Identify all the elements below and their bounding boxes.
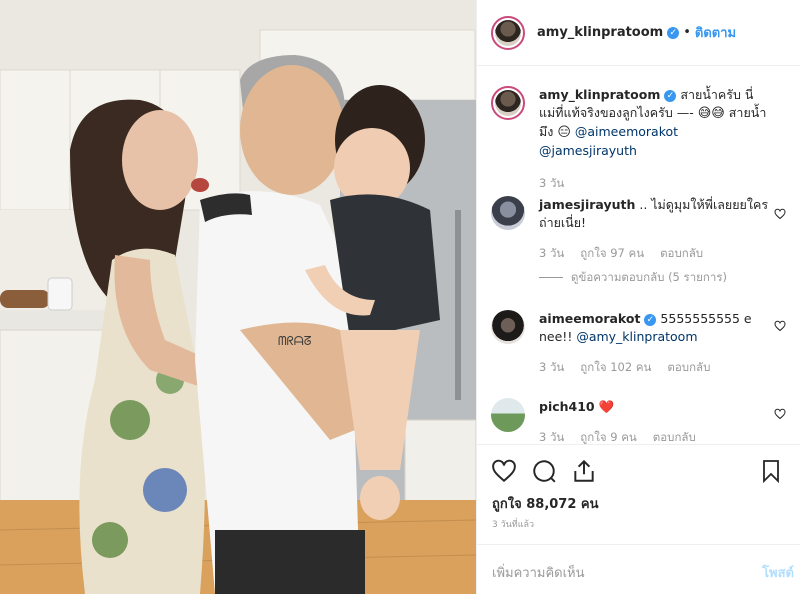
view-replies-button[interactable]: ดูข้อความตอบกลับ (5 รายการ) — [539, 268, 769, 286]
reply-button[interactable]: ตอบกลับ — [653, 428, 696, 444]
comment-like-heart-icon[interactable] — [774, 408, 786, 420]
commenter-avatar[interactable] — [491, 196, 525, 230]
author-username[interactable]: amy_klinpratoom — [537, 25, 663, 40]
comment-meta: 3 วัน ถูกใจ 102 คน ตอบกลับ — [539, 358, 769, 376]
author-avatar[interactable] — [491, 15, 525, 50]
comment-item: pich410 ❤️ 3 วัน ถูกใจ 9 คน ตอบกลับ — [491, 398, 791, 444]
comment-time: 3 วัน — [539, 360, 565, 374]
comment-body: jamesjirayuth .. ไม่ดูมุมให้พี่เลยยยใครถ… — [539, 196, 769, 286]
comment-likes[interactable]: ถูกใจ 97 คน — [580, 244, 644, 262]
comment-likes[interactable]: ถูกใจ 102 คน — [580, 358, 651, 376]
caption-mention-jamesjirayuth[interactable]: @jamesjirayuth — [539, 143, 637, 158]
comment-likes[interactable]: ถูกใจ 9 คน — [580, 428, 636, 444]
comment-mention[interactable]: @amy_klinpratoom — [576, 329, 697, 344]
verified-badge-icon: ✓ — [644, 313, 657, 326]
comment-item: aimeemorakot ✓ 5555555555 e nee!! @amy_kl… — [491, 310, 791, 376]
comment-emoji: ❤️ — [598, 399, 615, 414]
commenter-avatar[interactable] — [491, 310, 525, 344]
follow-button[interactable]: ติดตาม — [695, 22, 736, 43]
verified-badge-icon: ✓ — [667, 26, 680, 39]
replies-line — [539, 276, 563, 278]
comment-icon[interactable] — [531, 458, 557, 484]
comment-time: 3 วัน — [539, 430, 565, 444]
post-header: amy_klinpratoom ✓ • ติดตาม — [477, 0, 800, 66]
comment-like-heart-icon[interactable] — [774, 320, 786, 332]
view-replies-label: ดูข้อความตอบกลับ (5 รายการ) — [571, 270, 727, 284]
caption: amy_klinpratoom ✓ สายน้ำครับ นี่แม่ที่แท้… — [491, 86, 791, 192]
bookmark-icon[interactable] — [759, 458, 783, 484]
comment-username[interactable]: aimeemorakot — [539, 311, 640, 326]
caption-time: 3 วัน — [539, 176, 565, 190]
caption-meta: 3 วัน — [539, 174, 769, 192]
comment-meta: 3 วัน ถูกใจ 9 คน ตอบกลับ — [539, 428, 769, 444]
svg-text:ᗰᖇᗩᘔ: ᗰᖇᗩᘔ — [278, 334, 312, 348]
action-icons — [477, 445, 800, 497]
comment-item: jamesjirayuth .. ไม่ดูมุมให้พี่เลยยยใครถ… — [491, 196, 791, 286]
add-comment-input[interactable]: เพิ่มความคิดเห็น — [492, 562, 585, 583]
comment-like-heart-icon[interactable] — [774, 208, 786, 220]
caption-body: amy_klinpratoom ✓ สายน้ำครับ นี่แม่ที่แท้… — [539, 86, 769, 192]
likes-count[interactable]: ถูกใจ 88,072 คน — [492, 493, 599, 514]
post-photo[interactable]: ᗰᖇᗩᘔ — [0, 0, 476, 594]
comment-meta: 3 วัน ถูกใจ 97 คน ตอบกลับ — [539, 244, 769, 262]
comment-username[interactable]: jamesjirayuth — [539, 197, 635, 212]
reply-button[interactable]: ตอบกลับ — [667, 358, 710, 376]
post-timestamp[interactable]: 3 วันที่แล้ว — [492, 517, 534, 531]
comment-body: pich410 ❤️ 3 วัน ถูกใจ 9 คน ตอบกลับ — [539, 398, 769, 444]
commenter-avatar[interactable] — [491, 398, 525, 432]
caption-emoji-1: 😅😅 — [697, 106, 725, 121]
caption-username[interactable]: amy_klinpratoom — [539, 87, 660, 102]
add-comment-bar: เพิ่มความคิดเห็น โพสต์ — [477, 544, 800, 594]
post-photo-illustration: ᗰᖇᗩᘔ — [0, 0, 476, 594]
post-comment-button[interactable]: โพสต์ — [762, 562, 794, 583]
comment-time: 3 วัน — [539, 246, 565, 260]
caption-emoji-2: 😑 — [557, 125, 571, 140]
comment-username[interactable]: pich410 — [539, 399, 595, 414]
comments-list[interactable]: amy_klinpratoom ✓ สายน้ำครับ นี่แม่ที่แท้… — [477, 66, 800, 444]
verified-badge-icon: ✓ — [664, 89, 677, 102]
caption-author-avatar[interactable] — [491, 86, 525, 120]
reply-button[interactable]: ตอบกลับ — [660, 244, 703, 262]
share-icon[interactable] — [571, 458, 597, 484]
post-sidebar: amy_klinpratoom ✓ • ติดตาม amy_klinprato… — [476, 0, 800, 594]
post-actions: ถูกใจ 88,072 คน 3 วันที่แล้ว — [477, 444, 800, 530]
caption-mention-aimeemorakot[interactable]: @aimeemorakot — [575, 124, 678, 139]
separator-dot: • — [683, 25, 691, 40]
heart-icon[interactable] — [491, 458, 517, 484]
comment-body: aimeemorakot ✓ 5555555555 e nee!! @amy_kl… — [539, 310, 769, 376]
